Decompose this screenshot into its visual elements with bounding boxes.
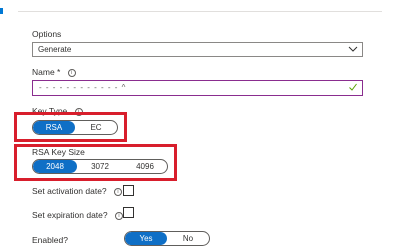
expiration-label: Set expiration date? xyxy=(32,210,108,220)
activation-label: Set activation date? xyxy=(32,186,107,196)
key-size-option-2048[interactable]: 2048 xyxy=(33,160,77,173)
key-type-option-rsa[interactable]: RSA xyxy=(33,121,75,134)
options-dropdown[interactable]: Generate xyxy=(32,42,363,57)
left-accent-mark xyxy=(0,8,3,14)
info-icon[interactable]: i xyxy=(67,68,76,77)
name-input[interactable]: - - - - - - - - - - - - ^ xyxy=(32,80,363,96)
enabled-option-yes[interactable]: Yes xyxy=(125,232,167,245)
info-icon[interactable]: i xyxy=(114,187,123,196)
key-size-toggle[interactable]: 2048 3072 4096 xyxy=(32,159,168,174)
enabled-toggle[interactable]: Yes No xyxy=(124,231,210,246)
key-size-label: RSA Key Size xyxy=(32,147,85,157)
options-selected-value: Generate xyxy=(38,45,72,54)
key-type-option-ec[interactable]: EC xyxy=(75,121,117,134)
key-size-option-3072[interactable]: 3072 xyxy=(77,160,123,173)
options-label: Options xyxy=(32,29,62,39)
name-label: Name * xyxy=(32,67,61,77)
key-type-toggle[interactable]: RSA EC xyxy=(32,120,118,135)
expiration-label-row: Set expiration date? i xyxy=(32,210,123,220)
top-divider xyxy=(18,11,382,12)
enabled-label: Enabled? xyxy=(32,235,68,245)
info-icon[interactable]: i xyxy=(114,211,123,220)
name-input-value: - - - - - - - - - - - - ^ xyxy=(39,83,127,92)
enabled-option-no[interactable]: No xyxy=(167,232,209,245)
key-size-option-4096[interactable]: 4096 xyxy=(123,160,167,173)
checkmark-icon xyxy=(349,83,357,91)
chevron-down-icon xyxy=(348,46,358,52)
activation-checkbox[interactable] xyxy=(123,185,134,196)
expiration-checkbox[interactable] xyxy=(123,207,134,218)
activation-label-row: Set activation date? i xyxy=(32,186,123,196)
name-label-row: Name * i xyxy=(32,67,76,77)
